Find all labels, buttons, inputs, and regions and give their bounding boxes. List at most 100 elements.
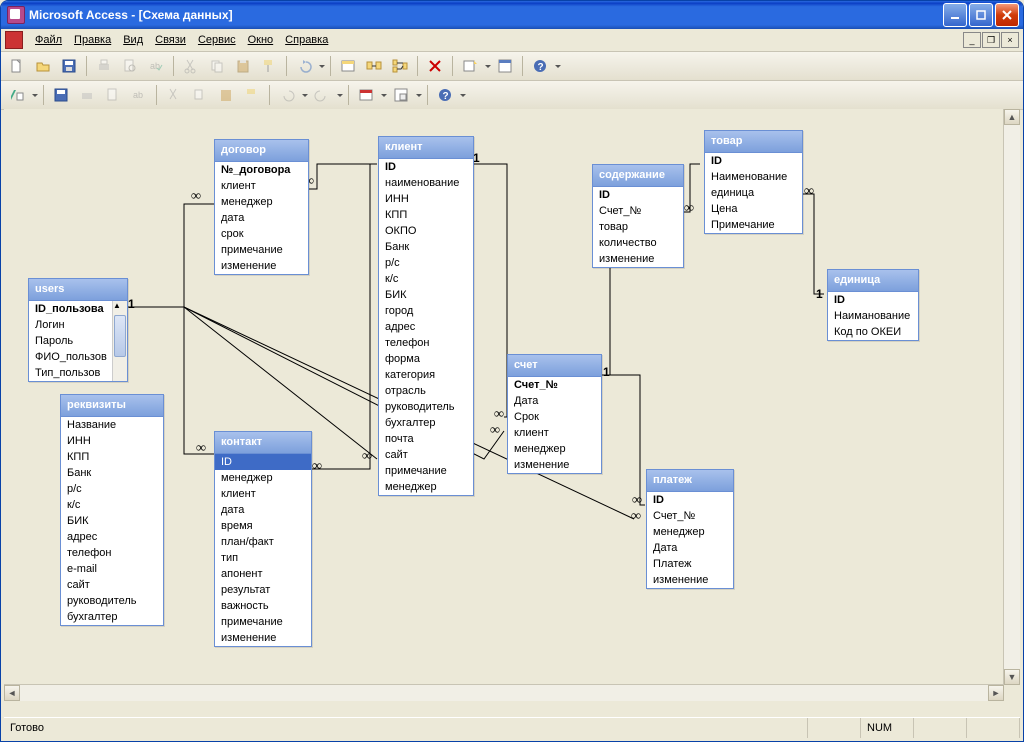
field[interactable]: КПП: [61, 449, 163, 465]
undo2-dropdown[interactable]: [301, 91, 308, 100]
field[interactable]: город: [379, 303, 473, 319]
field[interactable]: Банк: [379, 239, 473, 255]
close-button[interactable]: [995, 3, 1019, 27]
field[interactable]: р/с: [61, 481, 163, 497]
field[interactable]: БИК: [61, 513, 163, 529]
print2-button[interactable]: [75, 83, 99, 107]
field[interactable]: ID: [215, 454, 311, 470]
menu-file[interactable]: Файл: [29, 32, 68, 48]
subform-dropdown[interactable]: [415, 91, 422, 100]
table-schet[interactable]: счет Счет_№ Дата Срок клиент менеджер из…: [507, 354, 602, 474]
open-button[interactable]: [31, 54, 55, 78]
show-table-button[interactable]: [336, 54, 360, 78]
field[interactable]: примечание: [215, 242, 308, 258]
field[interactable]: телефон: [379, 335, 473, 351]
vertical-scrollbar[interactable]: ▲ ▼: [1003, 109, 1020, 685]
cut2-button[interactable]: [162, 83, 186, 107]
field[interactable]: руководитель: [61, 593, 163, 609]
copy-button[interactable]: [205, 54, 229, 78]
field[interactable]: примечание: [379, 463, 473, 479]
mdi-restore-button[interactable]: ❐: [982, 32, 1000, 48]
table-dogovor[interactable]: договор №_договора клиент менеджер дата …: [214, 139, 309, 275]
field[interactable]: апонент: [215, 566, 311, 582]
field[interactable]: Примечание: [705, 217, 802, 233]
field[interactable]: сайт: [61, 577, 163, 593]
subform-button[interactable]: [389, 83, 413, 107]
undo-button[interactable]: [292, 54, 316, 78]
field[interactable]: категория: [379, 367, 473, 383]
scroll-up-button[interactable]: ▲: [1004, 109, 1020, 125]
field[interactable]: бухгалтер: [379, 415, 473, 431]
field[interactable]: Название: [61, 417, 163, 433]
menu-help[interactable]: Справка: [279, 32, 334, 48]
field[interactable]: товар: [593, 219, 683, 235]
field[interactable]: количество: [593, 235, 683, 251]
field[interactable]: ID: [828, 292, 918, 308]
mdi-close-button[interactable]: ×: [1001, 32, 1019, 48]
scroll-right-button[interactable]: ►: [988, 685, 1004, 701]
new-button[interactable]: [5, 54, 29, 78]
field[interactable]: менеджер: [215, 194, 308, 210]
field[interactable]: ИНН: [379, 191, 473, 207]
field[interactable]: адрес: [61, 529, 163, 545]
code-button[interactable]: [354, 83, 378, 107]
scroll-down-button[interactable]: ▼: [1004, 669, 1020, 685]
field[interactable]: дата: [215, 210, 308, 226]
spell2-button[interactable]: ab: [127, 83, 151, 107]
field[interactable]: тип: [215, 550, 311, 566]
field[interactable]: ID: [593, 187, 683, 203]
field[interactable]: изменение: [508, 457, 601, 473]
view-dropdown[interactable]: [31, 91, 38, 100]
field[interactable]: БИК: [379, 287, 473, 303]
field[interactable]: Код по ОКЕИ: [828, 324, 918, 340]
field[interactable]: время: [215, 518, 311, 534]
field[interactable]: Счет_№: [647, 508, 733, 524]
table-klient[interactable]: клиент ID наименование ИНН КПП ОКПО Банк…: [378, 136, 474, 496]
minimize-button[interactable]: [943, 3, 967, 27]
paste-button[interactable]: [231, 54, 255, 78]
field[interactable]: форма: [379, 351, 473, 367]
painter2-button[interactable]: [240, 83, 264, 107]
table-soderzhanie[interactable]: содержание ID Счет_№ товар количество из…: [592, 164, 684, 268]
table-scrollbar[interactable]: ▲▼: [112, 301, 127, 381]
field[interactable]: ID: [705, 153, 802, 169]
field[interactable]: Срок: [508, 409, 601, 425]
copy2-button[interactable]: [188, 83, 212, 107]
redo2-dropdown[interactable]: [336, 91, 343, 100]
cut-button[interactable]: [179, 54, 203, 78]
field[interactable]: Счет_№: [593, 203, 683, 219]
maximize-button[interactable]: [969, 3, 993, 27]
field[interactable]: руководитель: [379, 399, 473, 415]
relationships-canvas[interactable]: 1 ∞ ∞ ∞ ∞ ∞ 1 ∞ ∞ ∞ 1 ∞ ∞ 1 ∞ 1 ∞ users …: [4, 109, 1004, 685]
format-painter-button[interactable]: [257, 54, 281, 78]
field[interactable]: изменение: [215, 258, 308, 274]
print-preview-button[interactable]: [118, 54, 142, 78]
field[interactable]: изменение: [215, 630, 311, 646]
field[interactable]: адрес: [379, 319, 473, 335]
field[interactable]: дата: [215, 502, 311, 518]
field[interactable]: телефон: [61, 545, 163, 561]
field[interactable]: бухгалтер: [61, 609, 163, 625]
field[interactable]: клиент: [508, 425, 601, 441]
preview2-button[interactable]: [101, 83, 125, 107]
save2-button[interactable]: [49, 83, 73, 107]
field[interactable]: ИНН: [61, 433, 163, 449]
field[interactable]: р/с: [379, 255, 473, 271]
field[interactable]: e-mail: [61, 561, 163, 577]
field[interactable]: Банк: [61, 465, 163, 481]
field[interactable]: ОКПО: [379, 223, 473, 239]
view-button[interactable]: [5, 83, 29, 107]
table-tovar[interactable]: товар ID Наименование единица Цена Приме…: [704, 130, 803, 234]
help2-dropdown[interactable]: [459, 91, 466, 100]
table-edinica[interactable]: единица ID Наиманование Код по ОКЕИ: [827, 269, 919, 341]
help-button[interactable]: ?: [528, 54, 552, 78]
table-kontakt[interactable]: контакт ID менеджер клиент дата время пл…: [214, 431, 312, 647]
scroll-left-button[interactable]: ◄: [4, 685, 20, 701]
save-button[interactable]: [57, 54, 81, 78]
table-users[interactable]: users ID_пользова Логин Пароль ФИО_польз…: [28, 278, 128, 382]
delete-button[interactable]: [423, 54, 447, 78]
field[interactable]: менеджер: [647, 524, 733, 540]
field[interactable]: изменение: [647, 572, 733, 588]
horizontal-scrollbar[interactable]: ◄ ►: [4, 684, 1004, 701]
field[interactable]: №_договора: [215, 162, 308, 178]
